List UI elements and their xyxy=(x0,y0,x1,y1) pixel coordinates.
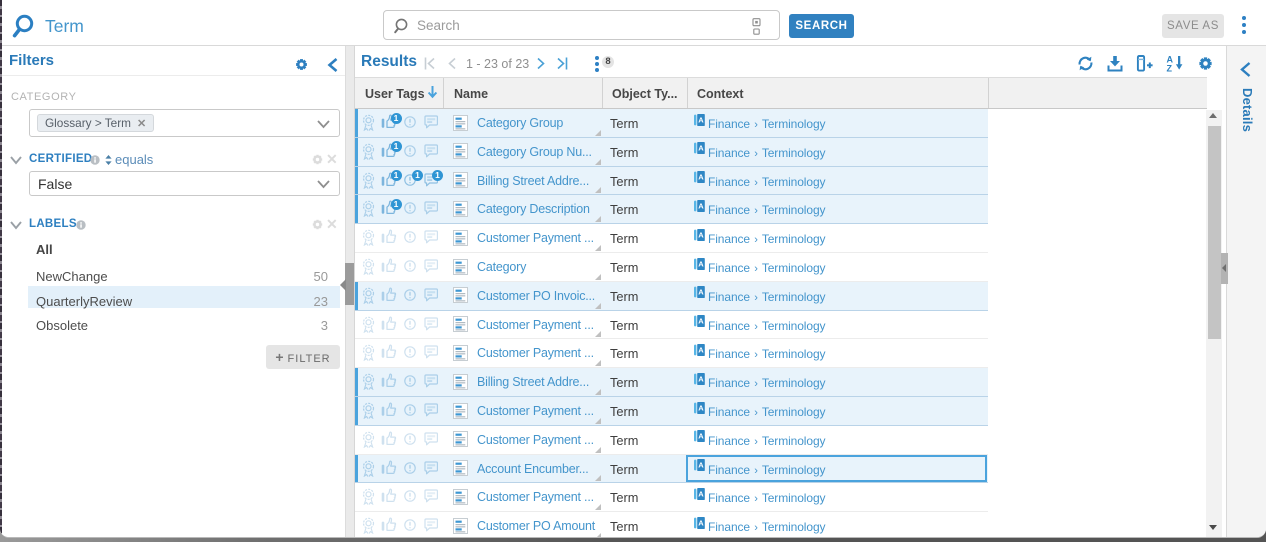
svg-text:A: A xyxy=(698,202,704,211)
svg-text:A: A xyxy=(698,374,704,383)
svg-text:Z: Z xyxy=(1167,63,1173,72)
svg-text:A: A xyxy=(698,115,704,124)
svg-text:A: A xyxy=(698,230,704,239)
svg-text:A: A xyxy=(698,144,704,153)
svg-text:A: A xyxy=(698,317,704,326)
svg-text:A: A xyxy=(698,346,704,355)
svg-text:A: A xyxy=(698,288,704,297)
svg-text:A: A xyxy=(698,490,704,499)
svg-text:A: A xyxy=(698,432,704,441)
svg-text:A: A xyxy=(698,403,704,412)
svg-text:A: A xyxy=(698,259,704,268)
svg-text:A: A xyxy=(698,173,704,182)
svg-text:A: A xyxy=(698,518,704,527)
